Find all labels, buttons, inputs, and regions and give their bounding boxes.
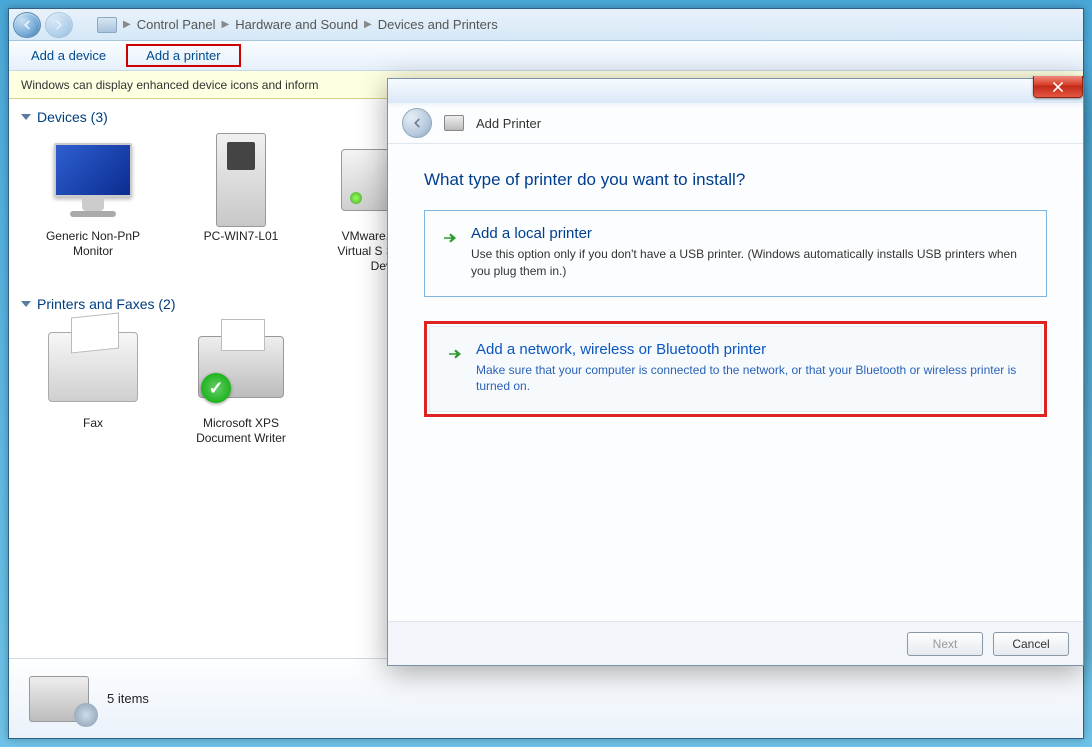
- monitor-icon: [54, 143, 132, 217]
- breadcrumb-item[interactable]: Hardware and Sound: [235, 17, 358, 32]
- section-title: Printers and Faxes (2): [37, 296, 176, 312]
- device-label: PC-WIN7-L01: [181, 229, 301, 244]
- arrow-right-green-icon: [446, 345, 464, 363]
- info-text: Windows can display enhanced device icon…: [21, 78, 319, 92]
- arrow-right-icon: [52, 18, 66, 32]
- section-title: Devices (3): [37, 109, 108, 125]
- dialog-titlebar[interactable]: [388, 79, 1083, 103]
- dialog-header: Add Printer: [388, 103, 1083, 143]
- next-button[interactable]: Next: [907, 632, 983, 656]
- device-label: Microsoft XPS Document Writer: [181, 416, 301, 446]
- add-printer-dialog: Add Printer What type of printer do you …: [387, 78, 1084, 666]
- chevron-right-icon: ▶: [123, 19, 131, 30]
- arrow-right-green-icon: [441, 229, 459, 247]
- device-label: Generic Non-PnP Monitor: [33, 229, 153, 259]
- option-add-local-printer[interactable]: Add a local printer Use this option only…: [424, 210, 1047, 297]
- breadcrumb[interactable]: ▶ Control Panel ▶ Hardware and Sound ▶ D…: [97, 17, 498, 33]
- command-bar: Add a device Add a printer: [9, 41, 1083, 71]
- option-add-network-printer[interactable]: Add a network, wireless or Bluetooth pri…: [429, 326, 1042, 413]
- details-pane: 5 items: [9, 658, 1083, 738]
- printer-icon: [444, 115, 464, 131]
- chevron-right-icon: ▶: [364, 19, 372, 30]
- option-description: Use this option only if you don't have a…: [471, 246, 1030, 280]
- annotation-highlight: Add a printer: [126, 44, 240, 67]
- dialog-body: What type of printer do you want to inst…: [388, 144, 1083, 427]
- caret-down-icon: [21, 301, 31, 307]
- device-label: Fax: [33, 416, 153, 431]
- option-description: Make sure that your computer is connecte…: [476, 362, 1025, 396]
- computer-tower-icon: [216, 133, 266, 227]
- dialog-back-button[interactable]: [402, 108, 432, 138]
- item-count: 5 items: [107, 691, 149, 706]
- control-panel-icon: [97, 17, 117, 33]
- caret-down-icon: [21, 114, 31, 120]
- dialog-footer: Next Cancel: [388, 621, 1083, 665]
- option-title: Add a network, wireless or Bluetooth pri…: [476, 341, 1025, 358]
- arrow-left-icon: [410, 116, 424, 130]
- nav-bar: ▶ Control Panel ▶ Hardware and Sound ▶ D…: [9, 9, 1083, 41]
- printer-item-xps[interactable]: ✓ Microsoft XPS Document Writer: [181, 322, 301, 446]
- forward-button[interactable]: [45, 12, 73, 38]
- fax-icon: [48, 332, 138, 402]
- printer-item-fax[interactable]: Fax: [33, 322, 153, 446]
- device-item-monitor[interactable]: Generic Non-PnP Monitor: [33, 135, 153, 274]
- breadcrumb-item[interactable]: Control Panel: [137, 17, 216, 32]
- device-item-computer[interactable]: PC-WIN7-L01: [181, 135, 301, 274]
- add-device-button[interactable]: Add a device: [21, 44, 116, 67]
- dialog-title-label: Add Printer: [476, 116, 541, 131]
- close-icon: [1051, 80, 1065, 94]
- printer-icon: ✓: [198, 336, 284, 398]
- arrow-left-icon: [20, 18, 34, 32]
- default-check-icon: ✓: [201, 373, 231, 403]
- printer-thumbnail-icon: [29, 676, 89, 722]
- add-printer-button[interactable]: Add a printer: [136, 44, 230, 67]
- back-button[interactable]: [13, 12, 41, 38]
- annotation-highlight: Add a network, wireless or Bluetooth pri…: [424, 321, 1047, 418]
- option-title: Add a local printer: [471, 225, 1030, 242]
- chevron-right-icon: ▶: [221, 19, 229, 30]
- wizard-question: What type of printer do you want to inst…: [424, 170, 1047, 190]
- close-button[interactable]: [1033, 76, 1083, 98]
- breadcrumb-item[interactable]: Devices and Printers: [378, 17, 498, 32]
- cancel-button[interactable]: Cancel: [993, 632, 1069, 656]
